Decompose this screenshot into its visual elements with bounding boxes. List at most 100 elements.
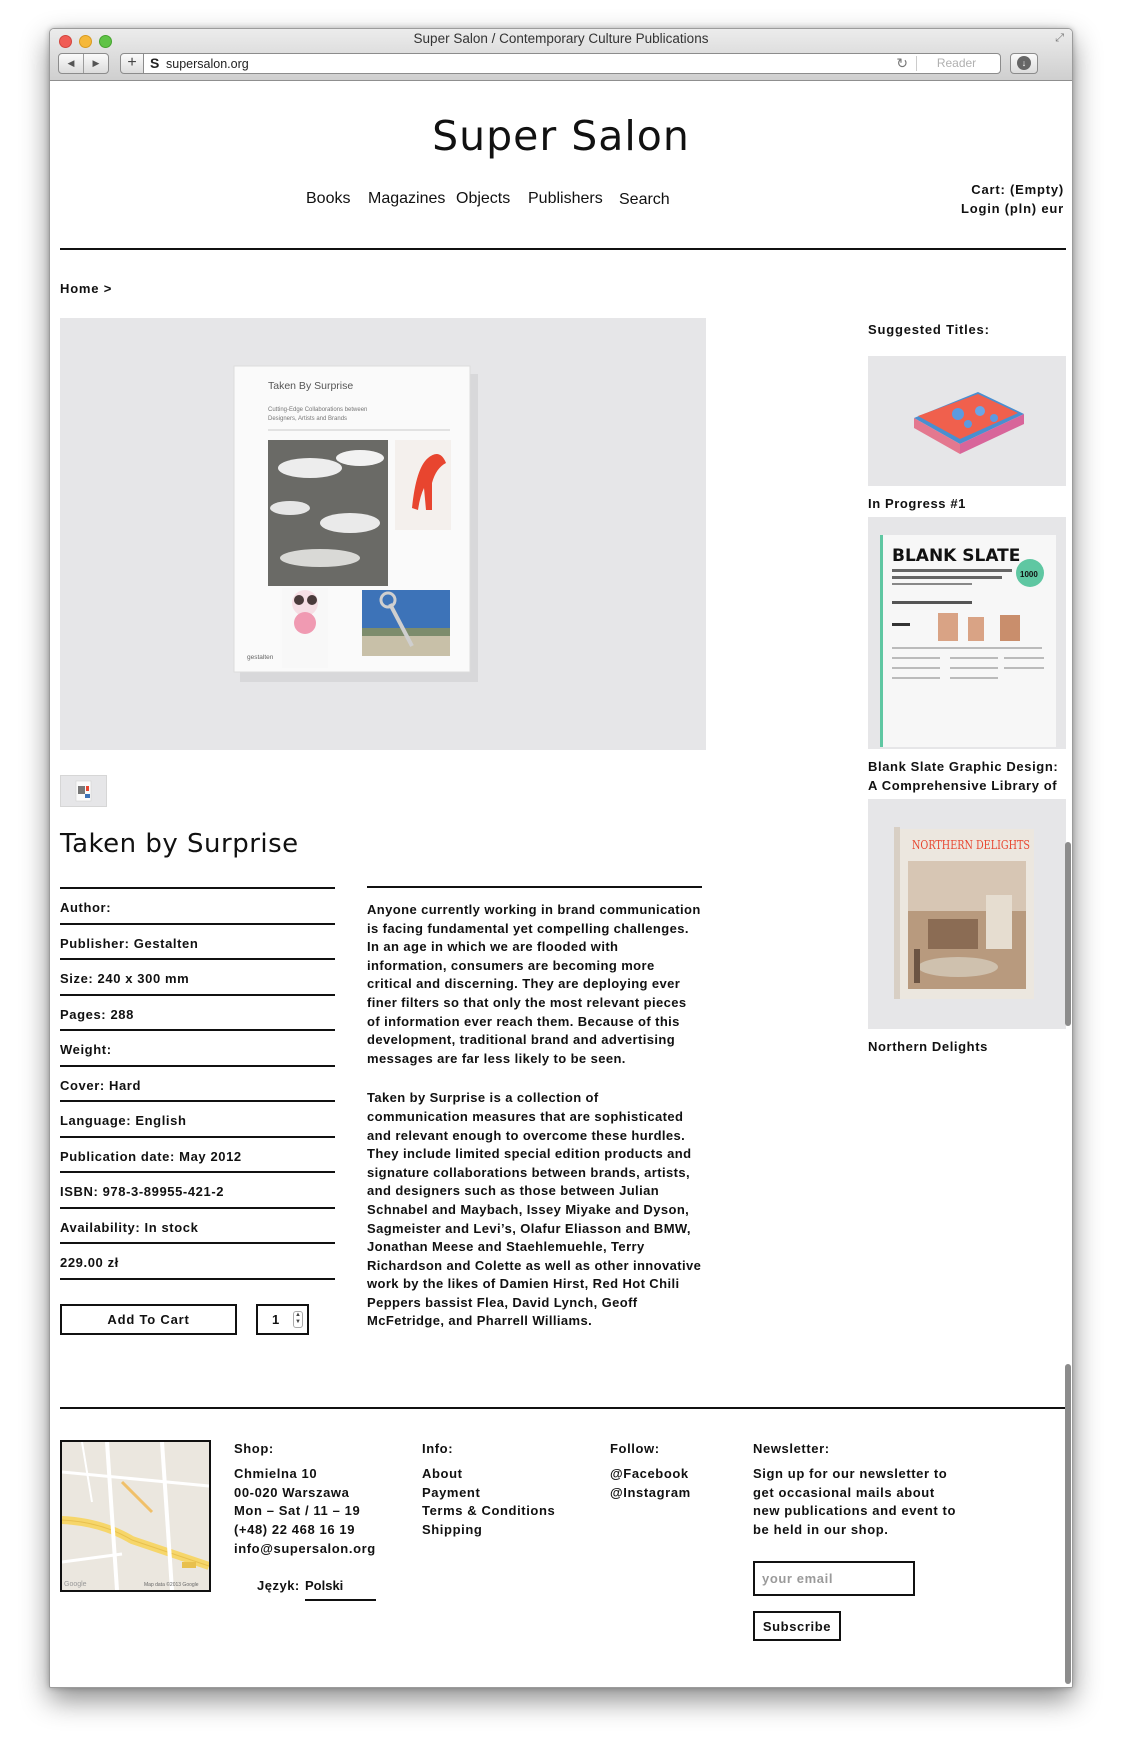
spec-pages: Pages: 288 xyxy=(60,996,335,1031)
nav-magazines[interactable]: Magazines xyxy=(368,190,445,208)
language-select[interactable]: Polski xyxy=(305,1578,376,1601)
shop-heading: Shop: xyxy=(234,1441,274,1456)
browser-window: Super Salon / Contemporary Culture Publi… xyxy=(49,28,1073,1688)
scrollbar-thumb[interactable] xyxy=(1065,842,1071,1026)
quantity-value[interactable]: 1 xyxy=(272,1312,279,1327)
url-text[interactable]: supersalon.org xyxy=(166,57,249,71)
cart-link[interactable]: Cart: (Empty) xyxy=(961,180,1064,199)
spec-cover: Cover: Hard xyxy=(60,1067,335,1102)
address-bar[interactable]: S supersalon.org ↻ Reader xyxy=(143,53,1001,74)
language-label: Język: xyxy=(257,1578,300,1593)
book-cover-illustration: Taken By Surprise Cutting-Edge Collabora… xyxy=(233,365,478,682)
suggested-titles: Suggested Titles: In Progress #1 BLANK S… xyxy=(868,322,1066,1054)
footer-newsletter: Newsletter: Sign up for our newsletter t… xyxy=(753,1440,963,1540)
cover-subtitle-2: Designers, Artists and Brands xyxy=(268,416,347,422)
browser-titlebar: Super Salon / Contemporary Culture Publi… xyxy=(50,29,1072,81)
cover-badge: 1000 xyxy=(1020,570,1038,579)
footer-shop: Shop: Chmielna 10 00-020 Warszawa Mon – … xyxy=(234,1440,376,1559)
cover-text: BLANK SLATE xyxy=(892,546,1020,566)
product-description: Anyone currently working in brand commun… xyxy=(367,886,702,1331)
suggested-caption[interactable]: Northern Delights xyxy=(868,1037,1066,1056)
cover-subtitle-1: Cutting-Edge Collaborations between xyxy=(268,407,367,413)
breadcrumb[interactable]: Home > xyxy=(60,281,112,296)
map-credit: Map data ©2013 Google xyxy=(144,1581,199,1588)
scrollbar-thumb-lower[interactable] xyxy=(1065,1364,1071,1684)
suggested-cover-image[interactable] xyxy=(868,356,1066,486)
newsletter-text: Sign up for our newsletter to get occasi… xyxy=(753,1465,957,1538)
product-main-image[interactable]: Taken By Surprise Cutting-Edge Collabora… xyxy=(60,318,706,750)
site-favicon-icon: S xyxy=(150,55,160,71)
info-link-payment[interactable]: Payment xyxy=(422,1484,555,1503)
shop-phone[interactable]: (+48) 22 468 16 19 xyxy=(234,1521,376,1540)
product-thumbnail[interactable] xyxy=(60,775,107,807)
svg-text:Google: Google xyxy=(64,1581,87,1588)
spec-isbn: ISBN: 978-3-89955-421-2 xyxy=(60,1173,335,1209)
description-paragraph: Anyone currently working in brand commun… xyxy=(367,902,701,1066)
spec-availability: Availability: In stock xyxy=(60,1209,335,1244)
nav-search[interactable]: Search xyxy=(619,191,670,209)
cover-text: NORTHERN DELIGHTS xyxy=(912,838,1030,852)
suggested-item[interactable]: In Progress #1 xyxy=(868,356,1066,513)
reader-button[interactable]: Reader xyxy=(916,56,996,71)
suggested-heading: Suggested Titles: xyxy=(868,322,990,337)
page-scrollbar[interactable] xyxy=(1065,82,1072,1687)
forward-button[interactable]: ▶ xyxy=(83,54,108,73)
currency-pln-link[interactable]: (pln) xyxy=(1005,201,1037,216)
book-image: BLANK SLATE 1000 xyxy=(880,535,1056,747)
nav-publishers[interactable]: Publishers xyxy=(528,190,603,208)
description-paragraph: Taken by Surprise is a collection of com… xyxy=(367,1090,702,1329)
instagram-link[interactable]: @Instagram xyxy=(610,1484,691,1503)
spec-size: Size: 240 x 300 mm xyxy=(60,960,335,996)
download-icon: ↓ xyxy=(1017,56,1031,70)
info-link-about[interactable]: About xyxy=(422,1465,555,1484)
add-to-cart-button[interactable]: Add To Cart xyxy=(60,1304,237,1335)
shop-hours: Mon – Sat / 11 – 19 xyxy=(234,1503,361,1519)
product-specs: Author: Publisher: Gestalten Size: 240 x… xyxy=(60,887,335,1280)
spec-weight: Weight: xyxy=(60,1031,335,1067)
facebook-link[interactable]: @Facebook xyxy=(610,1465,691,1484)
page-content: Super Salon Books Magazines Objects Publ… xyxy=(50,82,1072,1687)
header-divider xyxy=(60,248,1066,250)
product-title: Taken by Surprise xyxy=(60,829,299,859)
shop-email[interactable]: info@supersalon.org xyxy=(234,1540,376,1559)
cover-title: Taken By Surprise xyxy=(268,380,353,392)
downloads-button[interactable]: ↓ xyxy=(1010,53,1038,74)
subscribe-button[interactable]: Subscribe xyxy=(753,1611,841,1641)
new-tab-button[interactable]: + xyxy=(120,53,144,74)
login-link[interactable]: Login xyxy=(961,201,1000,216)
reload-icon[interactable]: ↻ xyxy=(896,55,908,72)
cover-publisher: gestalten xyxy=(247,654,274,661)
book-image: NORTHERN DELIGHTS xyxy=(894,827,1034,999)
suggested-item[interactable]: BLANK SLATE 1000 Blank Slate Graphic Des… xyxy=(868,517,1066,814)
map-image: Google Map data ©2013 Google xyxy=(62,1442,209,1590)
back-button[interactable]: ◀ xyxy=(59,54,83,73)
suggested-cover-image[interactable]: BLANK SLATE 1000 xyxy=(868,517,1066,749)
suggested-item[interactable]: NORTHERN DELIGHTS Northern Delights xyxy=(868,799,1066,1056)
currency-eur-link[interactable]: eur xyxy=(1041,201,1064,216)
info-link-shipping[interactable]: Shipping xyxy=(422,1521,555,1540)
spec-publisher: Publisher: Gestalten xyxy=(60,925,335,960)
suggested-cover-image[interactable]: NORTHERN DELIGHTS xyxy=(868,799,1066,1029)
spec-publication-date: Publication date: May 2012 xyxy=(60,1138,335,1173)
newsletter-email-input[interactable] xyxy=(753,1561,915,1596)
account-box: Cart: (Empty) Login (pln) eur xyxy=(961,180,1064,218)
shop-postcode: 00-020 Warszawa xyxy=(234,1484,350,1500)
footer-info: Info: About Payment Terms & Conditions S… xyxy=(422,1440,555,1540)
nav-books[interactable]: Books xyxy=(306,190,350,208)
account-links: Login (pln) eur xyxy=(961,199,1064,218)
footer-divider xyxy=(60,1407,1066,1409)
thumbnail-book-icon xyxy=(75,780,92,802)
follow-heading: Follow: xyxy=(610,1441,660,1456)
store-map[interactable]: Google Map data ©2013 Google xyxy=(60,1440,211,1592)
book-image xyxy=(914,392,1024,454)
quantity-stepper[interactable]: 1 ▲ ▼ xyxy=(256,1304,309,1335)
fullscreen-icon[interactable]: ⤢ xyxy=(1055,32,1064,45)
site-logo[interactable]: Super Salon xyxy=(50,112,1072,160)
spec-language: Language: English xyxy=(60,1102,335,1138)
nav-objects[interactable]: Objects xyxy=(456,190,510,208)
info-heading: Info: xyxy=(422,1441,454,1456)
suggested-caption[interactable]: In Progress #1 xyxy=(868,494,1066,513)
spinner-arrows-icon[interactable]: ▲ ▼ xyxy=(293,1311,303,1328)
footer-follow: Follow: @Facebook @Instagram xyxy=(610,1440,691,1502)
info-link-terms[interactable]: Terms & Conditions xyxy=(422,1502,555,1521)
